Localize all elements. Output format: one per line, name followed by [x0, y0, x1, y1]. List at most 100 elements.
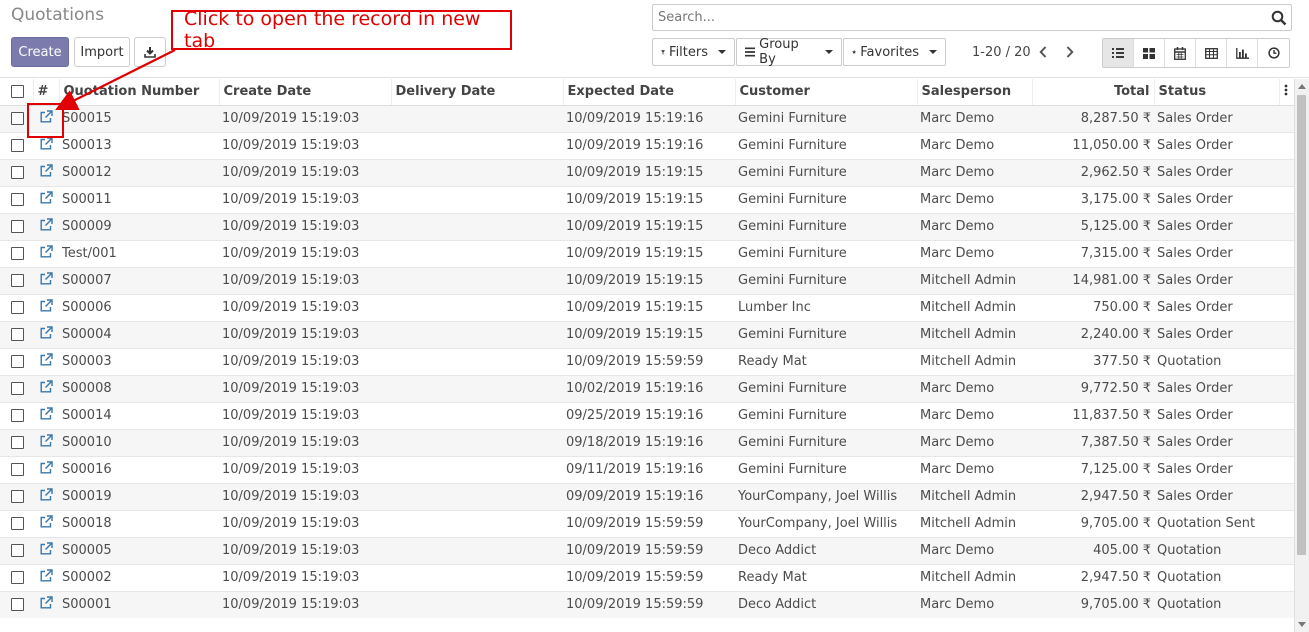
row-checkbox[interactable] — [11, 571, 24, 584]
table-row[interactable]: S00004 10/09/2019 15:19:03 10/09/2019 15:1… — [0, 320, 1294, 348]
column-header-create-date[interactable]: Create Date — [219, 79, 392, 106]
open-new-tab-cell — [33, 293, 59, 321]
external-link-icon[interactable] — [40, 353, 53, 366]
filters-dropdown[interactable]: Filters — [652, 38, 735, 66]
cell-expected-date: 10/09/2019 15:19:15 — [563, 239, 735, 267]
search-input[interactable] — [656, 7, 1256, 28]
row-checkbox[interactable] — [11, 409, 24, 422]
table-row[interactable]: S00005 10/09/2019 15:19:03 10/09/2019 15:5… — [0, 536, 1294, 564]
scrollbar-thumb[interactable] — [1297, 95, 1306, 555]
external-link-icon[interactable] — [40, 299, 53, 312]
row-checkbox[interactable] — [11, 193, 24, 206]
column-header-expected-date[interactable]: Expected Date — [563, 79, 736, 106]
external-link-icon[interactable] — [40, 380, 53, 393]
external-link-icon[interactable] — [40, 272, 53, 285]
table-row[interactable]: S00018 10/09/2019 15:19:03 10/09/2019 15:5… — [0, 509, 1294, 537]
row-checkbox[interactable] — [11, 544, 24, 557]
table-row[interactable]: S00002 10/09/2019 15:19:03 10/09/2019 15:5… — [0, 563, 1294, 591]
table-row[interactable]: S00014 10/09/2019 15:19:03 09/25/2019 15:1… — [0, 401, 1294, 429]
kanban-view-button[interactable] — [1134, 39, 1165, 67]
table-row[interactable]: S00016 10/09/2019 15:19:03 09/11/2019 15:1… — [0, 455, 1294, 483]
external-link-icon[interactable] — [40, 218, 53, 231]
table-row[interactable]: S00011 10/09/2019 15:19:03 10/09/2019 15:1… — [0, 185, 1294, 213]
column-header-customer[interactable]: Customer — [735, 79, 918, 106]
table-row[interactable]: S00007 10/09/2019 15:19:03 10/09/2019 15:1… — [0, 266, 1294, 294]
external-link-icon[interactable] — [40, 542, 53, 555]
external-link-icon[interactable] — [40, 407, 53, 420]
column-header-salesperson[interactable]: Salesperson — [917, 79, 1033, 106]
row-checkbox[interactable] — [11, 139, 24, 152]
external-link-icon[interactable] — [40, 434, 53, 447]
pager-previous-button[interactable] — [1032, 41, 1054, 63]
column-header-index[interactable]: # — [33, 79, 60, 106]
row-checkbox[interactable] — [11, 220, 24, 233]
table-row[interactable]: S00019 10/09/2019 15:19:03 09/09/2019 15:1… — [0, 482, 1294, 510]
external-link-icon[interactable] — [40, 461, 53, 474]
external-link-icon[interactable] — [40, 515, 53, 528]
import-button[interactable]: Import — [74, 37, 130, 67]
list-view-button[interactable] — [1103, 39, 1134, 67]
cell-expected-date: 09/25/2019 15:19:16 — [563, 401, 735, 429]
list-scrollbar[interactable] — [1294, 79, 1309, 632]
cell-delivery-date — [391, 293, 563, 321]
table-row[interactable]: S00009 10/09/2019 15:19:03 10/09/2019 15:1… — [0, 212, 1294, 240]
download-button[interactable] — [134, 37, 166, 67]
bars-icon — [745, 47, 756, 57]
row-checkbox[interactable] — [11, 328, 24, 341]
row-checkbox[interactable] — [11, 517, 24, 530]
cell-number: S00008 — [59, 374, 219, 402]
table-row[interactable]: S00013 10/09/2019 15:19:03 10/09/2019 15:1… — [0, 131, 1294, 159]
calendar-view-button[interactable] — [1165, 39, 1196, 67]
external-link-icon[interactable] — [40, 488, 53, 501]
row-checkbox[interactable] — [11, 598, 24, 612]
row-checkbox[interactable] — [11, 382, 24, 395]
optional-columns-toggle[interactable] — [1279, 79, 1295, 106]
table-row[interactable]: S00001 10/09/2019 15:19:03 10/09/2019 15:5… — [0, 590, 1294, 618]
row-checkbox[interactable] — [11, 301, 24, 314]
graph-view-button[interactable] — [1227, 39, 1258, 67]
row-end-cell — [1279, 455, 1294, 483]
row-checkbox[interactable] — [11, 355, 24, 368]
row-checkbox[interactable] — [11, 112, 24, 125]
external-link-icon[interactable] — [40, 191, 53, 204]
row-checkbox[interactable] — [11, 166, 24, 179]
external-link-icon[interactable] — [40, 164, 53, 177]
external-link-icon[interactable] — [40, 596, 53, 609]
table-row[interactable]: S00012 10/09/2019 15:19:03 10/09/2019 15:1… — [0, 158, 1294, 186]
search-icon[interactable] — [1271, 10, 1287, 26]
select-all-checkbox[interactable] — [11, 85, 24, 99]
row-checkbox[interactable] — [11, 436, 24, 449]
external-link-icon[interactable] — [40, 137, 53, 150]
cell-create-date: 10/09/2019 15:19:03 — [219, 563, 391, 591]
row-end-cell — [1279, 293, 1294, 321]
column-header-number[interactable]: Quotation Number — [59, 79, 220, 106]
table-row[interactable]: S00006 10/09/2019 15:19:03 10/09/2019 15:1… — [0, 293, 1294, 321]
pager-value[interactable]: 1-20 / 20 — [972, 45, 1031, 60]
row-checkbox[interactable] — [11, 274, 24, 287]
row-checkbox[interactable] — [11, 463, 24, 476]
table-row[interactable]: S00008 10/09/2019 15:19:03 10/02/2019 15:1… — [0, 374, 1294, 402]
open-new-tab-cell — [33, 212, 59, 240]
external-link-icon[interactable] — [40, 326, 53, 339]
table-row[interactable]: S00015 10/09/2019 15:19:03 10/09/2019 15:1… — [0, 104, 1294, 132]
table-row[interactable]: S00010 10/09/2019 15:19:03 09/18/2019 15:1… — [0, 428, 1294, 456]
favorites-dropdown[interactable]: Favorites — [843, 38, 946, 66]
activity-view-button[interactable] — [1258, 39, 1289, 67]
external-link-icon[interactable] — [40, 245, 53, 258]
external-link-icon[interactable] — [40, 569, 53, 582]
pivot-view-button[interactable] — [1196, 39, 1227, 67]
table-row[interactable]: Test/001 10/09/2019 15:19:03 10/09/2019 15… — [0, 239, 1294, 267]
table-row[interactable]: S00003 10/09/2019 15:19:03 10/09/2019 15:5… — [0, 347, 1294, 375]
row-checkbox[interactable] — [11, 490, 24, 503]
scroll-down-icon[interactable] — [1298, 622, 1306, 627]
pager-next-button[interactable] — [1059, 41, 1081, 63]
cell-status: Sales Order — [1154, 131, 1279, 159]
groupby-dropdown[interactable]: Group By — [736, 37, 842, 67]
row-checkbox[interactable] — [11, 247, 24, 260]
create-button[interactable]: Create — [11, 37, 69, 67]
column-header-delivery-date[interactable]: Delivery Date — [391, 79, 564, 106]
column-header-total[interactable]: Total — [1032, 79, 1155, 106]
column-header-status[interactable]: Status — [1154, 79, 1280, 106]
row-select-cell — [0, 347, 33, 375]
scroll-up-icon[interactable] — [1298, 84, 1306, 89]
